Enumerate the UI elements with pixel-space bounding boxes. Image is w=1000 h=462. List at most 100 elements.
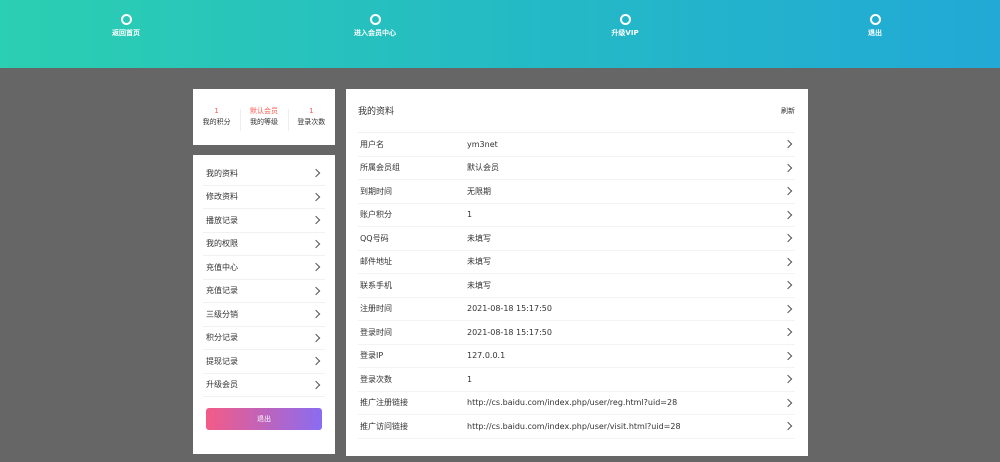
profile-row-points[interactable]: 账户积分 1 — [358, 204, 795, 227]
profile-row-value: 未填写 — [467, 257, 491, 267]
chevron-right-icon — [311, 192, 321, 201]
stat-points-value: 1 — [214, 107, 219, 115]
stat-points[interactable]: 1 我的积分 — [193, 107, 240, 127]
sidebar-item-label: 播放记录 — [206, 215, 238, 225]
profile-row-key: 推广注册链接 — [360, 398, 408, 408]
nav-upgrade-vip-label: 升级VIP — [611, 29, 639, 37]
chevron-right-icon — [783, 163, 793, 172]
sidebar-item-label: 我的资料 — [206, 168, 238, 178]
sidebar-item-play-history[interactable]: 播放记录 — [203, 209, 325, 233]
profile-row-register-time[interactable]: 注册时间 2021-08-18 15:17:50 — [358, 298, 795, 321]
profile-row-key: 到期时间 — [360, 186, 392, 196]
profile-row-login-ip[interactable]: 登录IP 127.0.0.1 — [358, 345, 795, 368]
chevron-right-icon — [311, 169, 321, 178]
profile-row-key: 账户积分 — [360, 210, 392, 220]
stats-card: 1 我的积分 默认会员 我的等级 1 登录次数 — [193, 89, 335, 145]
sidebar-item-label: 提现记录 — [206, 356, 238, 366]
profile-row-value: 未填写 — [467, 280, 491, 290]
circle-icon — [869, 14, 881, 25]
profile-row-login-count[interactable]: 登录次数 1 — [358, 368, 795, 392]
sidebar-item-points-history[interactable]: 积分记录 — [203, 327, 325, 350]
stat-login-count[interactable]: 1 登录次数 — [287, 107, 335, 131]
profile-row-value: 未填写 — [467, 233, 491, 243]
chevron-right-icon — [783, 187, 793, 196]
chevron-right-icon — [311, 380, 321, 389]
profile-row-value: 1 — [467, 210, 473, 220]
stat-level-value: 默认会员 — [249, 107, 278, 115]
profile-row-qq[interactable]: QQ号码 未填写 — [358, 227, 795, 251]
sidebar-item-permissions[interactable]: 我的权限 — [203, 233, 325, 256]
profile-row-member-group[interactable]: 所属会员组 默认会员 — [358, 157, 795, 180]
profile-row-key: 联系手机 — [360, 280, 392, 290]
nav-logout[interactable]: 退出 — [835, 14, 915, 38]
profile-row-value: ym3net — [467, 139, 498, 149]
profile-row-referral-visit-link[interactable]: 推广访问链接 http://cs.baidu.com/index.php/use… — [358, 415, 795, 439]
profile-header: 我的资料 刷新 — [358, 89, 795, 133]
chevron-right-icon — [783, 398, 793, 407]
nav-home-label: 返回首页 — [112, 29, 140, 37]
profile-row-key: 邮件地址 — [360, 257, 392, 267]
profile-row-key: QQ号码 — [360, 233, 389, 243]
nav-home[interactable]: 返回首页 — [86, 14, 166, 38]
nav-member-center-label: 进入会员中心 — [354, 29, 396, 37]
chevron-right-icon — [783, 422, 793, 431]
profile-row-value: 默认会员 — [467, 163, 499, 173]
sidebar-item-upgrade-member[interactable]: 升级会员 — [203, 374, 325, 397]
stat-level-label: 我的等级 — [249, 118, 278, 126]
stat-points-label: 我的积分 — [202, 118, 231, 126]
sidebar-item-label: 三级分销 — [206, 309, 238, 319]
sidebar-menu: 我的资料 修改资料 播放记录 我的权限 充值中心 充值记录 三级分销 积分记录 … — [193, 155, 335, 454]
chevron-right-icon — [311, 333, 321, 342]
chevron-right-icon — [783, 257, 793, 266]
nav-logout-label: 退出 — [868, 29, 882, 37]
sidebar-item-recharge-center[interactable]: 充值中心 — [203, 256, 325, 280]
profile-row-username[interactable]: 用户名 ym3net — [358, 133, 795, 157]
sidebar-item-label: 我的权限 — [206, 239, 238, 249]
profile-row-expiry[interactable]: 到期时间 无限期 — [358, 180, 795, 204]
profile-row-value: 2021-08-18 15:17:50 — [467, 304, 552, 314]
sidebar-item-distribution[interactable]: 三级分销 — [203, 303, 325, 327]
nav-upgrade-vip[interactable]: 升级VIP — [585, 14, 665, 38]
sidebar-item-recharge-history[interactable]: 充值记录 — [203, 280, 325, 303]
sidebar-item-edit-profile[interactable]: 修改资料 — [203, 186, 325, 209]
profile-row-key: 登录次数 — [360, 374, 392, 384]
page-title: 我的资料 — [358, 107, 395, 117]
refresh-link[interactable]: 刷新 — [781, 106, 795, 116]
profile-row-key: 登录时间 — [360, 327, 392, 337]
profile-row-value: http://cs.baidu.com/index.php/user/visit… — [467, 421, 681, 431]
sidebar-item-label: 充值记录 — [206, 286, 238, 296]
chevron-right-icon — [311, 263, 321, 272]
chevron-right-icon — [783, 234, 793, 243]
chevron-right-icon — [783, 351, 793, 360]
profile-row-value: 1 — [467, 374, 473, 384]
nav-member-center[interactable]: 进入会员中心 — [335, 14, 415, 38]
profile-row-login-time[interactable]: 登录时间 2021-08-18 15:17:50 — [358, 321, 795, 345]
profile-row-key: 推广访问链接 — [360, 421, 408, 431]
sidebar-item-label: 修改资料 — [206, 192, 238, 202]
chevron-right-icon — [311, 357, 321, 366]
circle-icon — [369, 14, 381, 25]
chevron-right-icon — [311, 239, 321, 248]
profile-row-email[interactable]: 邮件地址 未填写 — [358, 251, 795, 274]
circle-icon — [120, 14, 132, 25]
circle-icon — [619, 14, 631, 25]
profile-row-value: 无限期 — [467, 186, 491, 196]
sidebar-item-label: 充值中心 — [206, 262, 238, 272]
profile-row-referral-register-link[interactable]: 推广注册链接 http://cs.baidu.com/index.php/use… — [358, 392, 795, 415]
sidebar-item-withdraw-history[interactable]: 提现记录 — [203, 350, 325, 374]
stat-login-count-label: 登录次数 — [297, 118, 326, 126]
sidebar-item-my-profile[interactable]: 我的资料 — [203, 162, 325, 186]
profile-row-key: 登录IP — [360, 351, 384, 361]
logout-button[interactable]: 退出 — [206, 408, 322, 430]
stat-level[interactable]: 默认会员 我的等级 — [240, 107, 287, 131]
profile-row-key: 用户名 — [360, 139, 384, 149]
chevron-right-icon — [783, 304, 793, 313]
chevron-right-icon — [783, 281, 793, 290]
top-nav: 返回首页 进入会员中心 升级VIP 退出 — [0, 0, 1000, 68]
stat-login-count-value: 1 — [309, 107, 314, 115]
profile-row-phone[interactable]: 联系手机 未填写 — [358, 274, 795, 298]
chevron-right-icon — [311, 286, 321, 295]
sidebar-item-label: 升级会员 — [206, 380, 238, 390]
profile-panel: 我的资料 刷新 用户名 ym3net 所属会员组 默认会员 到期时间 无限期 账… — [346, 89, 808, 456]
chevron-right-icon — [783, 328, 793, 337]
